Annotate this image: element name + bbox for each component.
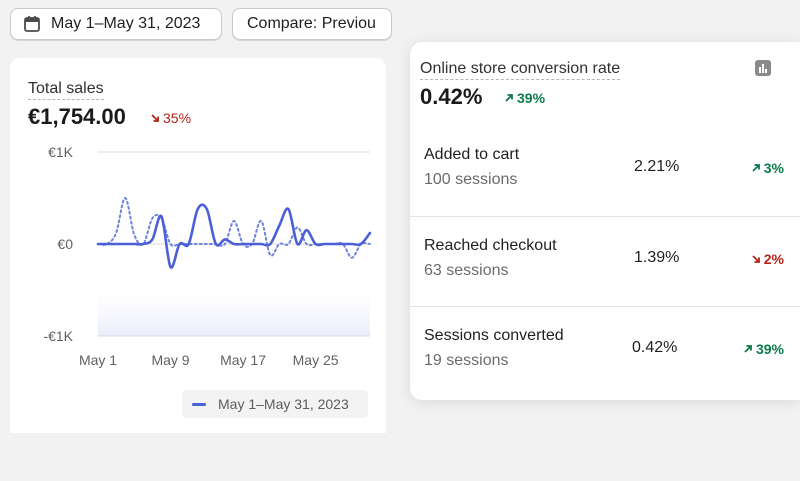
funnel-row-label: Reached checkout (424, 237, 557, 254)
arrow-down-right-icon (752, 255, 760, 263)
date-range-button[interactable]: May 1–May 31, 2023 (10, 8, 222, 40)
funnel-row-delta: 2% (751, 251, 784, 267)
y-tick-label: €1K (48, 144, 74, 160)
funnel-row-added-to-cart: Added to cart 100 sessions 2.21% 3% (410, 126, 800, 216)
current-series-line[interactable] (96, 203, 372, 269)
y-tick-label: €0 (57, 236, 73, 252)
conversion-rate-card: Online store conversion rate 0.42% 39% A… (410, 42, 800, 400)
funnel-row-delta-value: 3% (763, 160, 784, 176)
funnel-row-label: Added to cart (424, 146, 520, 163)
calendar-icon (23, 15, 41, 33)
conversion-rate-delta: 39% (504, 90, 545, 106)
chart-legend[interactable]: May 1–May 31, 2023 (182, 390, 368, 418)
funnel-row-rate: 2.21% (634, 158, 680, 175)
x-tick-label: May 9 (151, 352, 189, 368)
funnel-row-label: Sessions converted (424, 327, 564, 344)
funnel-row-sessions: 63 sessions (424, 262, 509, 279)
x-tick-label: May 1 (79, 352, 117, 368)
funnel-row-reached-checkout: Reached checkout 63 sessions 1.39% 2% (410, 216, 800, 306)
legend-label: May 1–May 31, 2023 (218, 396, 349, 412)
compare-button[interactable]: Compare: Previou (232, 8, 392, 40)
conversion-rate-delta-value: 39% (517, 90, 546, 106)
compare-label: Compare: Previou (247, 15, 376, 32)
funnel-row-sessions-converted: Sessions converted 19 sessions 0.42% 39% (410, 306, 800, 396)
funnel-row-sessions: 19 sessions (424, 352, 509, 369)
conversion-rate-title[interactable]: Online store conversion rate (420, 60, 621, 80)
conversion-rate-value: 0.42% (420, 84, 483, 109)
funnel-row-sessions: 100 sessions (424, 171, 518, 188)
funnel-row-delta: 3% (751, 160, 784, 176)
arrow-up-right-icon (744, 345, 752, 353)
funnel-row-delta-value: 39% (755, 341, 784, 357)
comparison-series-line[interactable] (97, 196, 371, 259)
funnel-row-delta-value: 2% (763, 251, 784, 267)
funnel-row-delta: 39% (743, 341, 784, 357)
chart-background-band (98, 280, 370, 336)
funnel-row-rate: 0.42% (632, 339, 678, 356)
total-sales-chart[interactable]: €1K €0 -€1K May 1 May 9 May 17 May 25 (10, 58, 386, 433)
bar-chart-icon[interactable] (754, 59, 772, 82)
date-range-label: May 1–May 31, 2023 (51, 15, 201, 32)
arrow-up-right-icon (752, 164, 760, 172)
funnel-row-rate: 1.39% (634, 249, 680, 266)
total-sales-card: Total sales €1,754.00 35% €1K €0 -€1K May 1… (10, 58, 386, 433)
y-tick-label: -€1K (43, 328, 73, 344)
x-tick-label: May 25 (293, 352, 339, 368)
arrow-up-right-icon (505, 94, 513, 102)
legend-swatch (192, 402, 206, 406)
x-tick-label: May 17 (220, 352, 266, 368)
